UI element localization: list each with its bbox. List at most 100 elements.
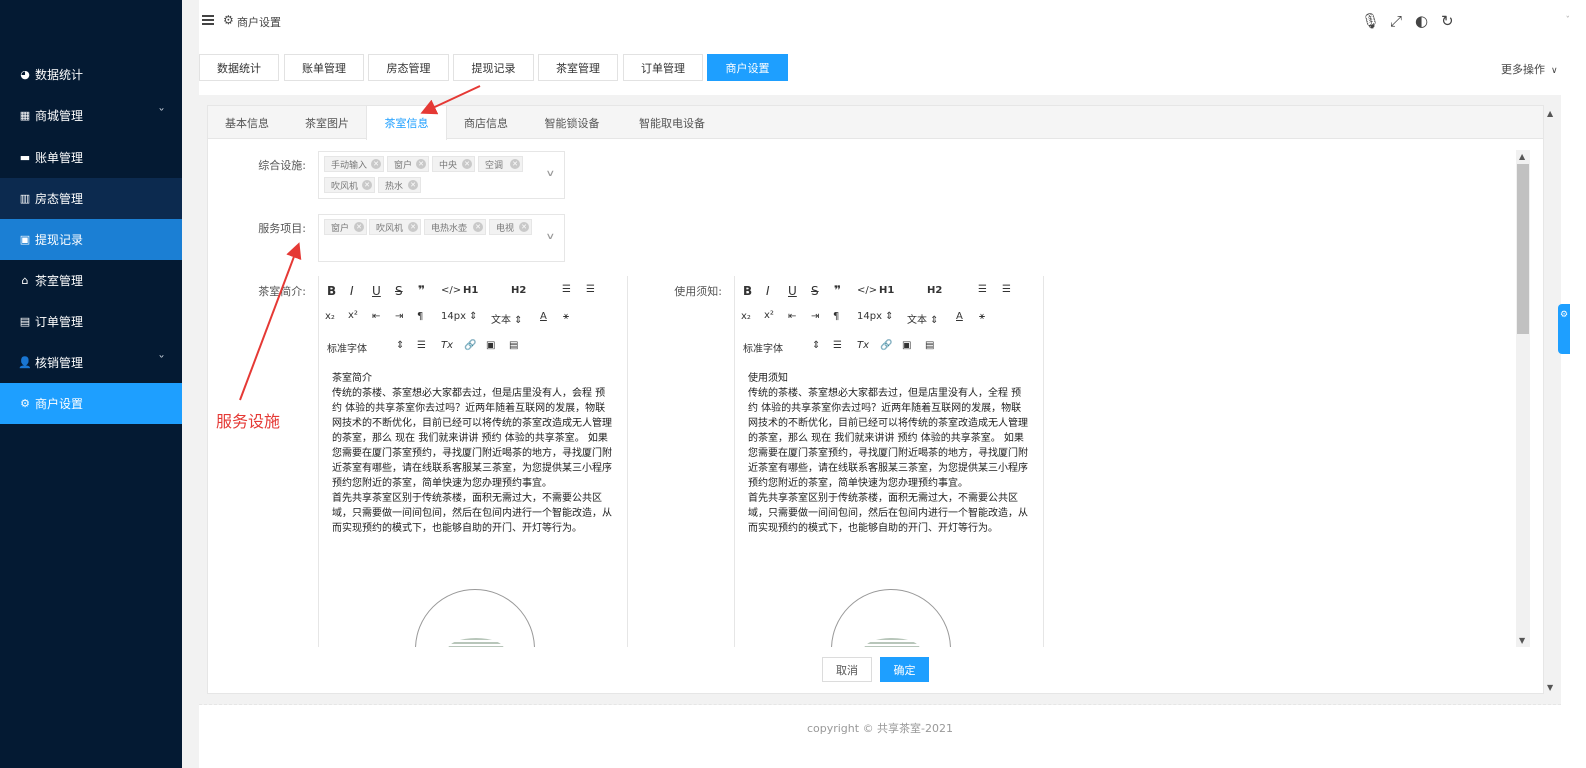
superscript-icon[interactable]: x² bbox=[348, 310, 358, 321]
cancel-button[interactable]: 取消 bbox=[822, 657, 872, 682]
theme-float-button[interactable]: ⚙ bbox=[1558, 304, 1570, 354]
confirm-button[interactable]: 确定 bbox=[880, 657, 929, 682]
sidebar-item-orders[interactable]: ▤ 订单管理 bbox=[0, 301, 182, 342]
bold-icon[interactable]: B bbox=[743, 284, 752, 298]
align-icon[interactable]: ☰ bbox=[417, 340, 426, 351]
sidebar-item-teahouse[interactable]: ⌂ 茶室管理 bbox=[0, 260, 182, 301]
underline-icon[interactable]: U bbox=[788, 284, 797, 298]
facilities-select[interactable]: 手动输入 ✕ 窗户 ✕ 中央 ✕ 空调 ✕ 吹风机 ✕ 热水 ✕ ∨ bbox=[318, 151, 565, 199]
user-menu-chevron-icon[interactable]: ˇ bbox=[1566, 16, 1571, 26]
text-type-select[interactable]: 文本 ⇕ bbox=[907, 311, 939, 326]
text-type-select[interactable]: 文本 ⇕ bbox=[491, 311, 523, 326]
sidebar-item-merchant-settings[interactable]: ⚙ 商户设置 bbox=[0, 383, 182, 424]
rtl-icon[interactable]: ¶ bbox=[417, 311, 423, 322]
sidebar-item-shop[interactable]: ▦ 商城管理 ˅ bbox=[0, 95, 182, 136]
background-color-icon[interactable]: ⚹ bbox=[979, 311, 985, 322]
rtl-icon[interactable]: ¶ bbox=[833, 311, 839, 322]
tag-remove-icon[interactable]: ✕ bbox=[354, 222, 364, 232]
mic-off-icon[interactable]: 🎙 bbox=[1361, 12, 1380, 30]
tag-remove-icon[interactable]: ✕ bbox=[408, 180, 418, 190]
subtab-teahouse-photos[interactable]: 茶室图片 bbox=[292, 106, 362, 140]
subtab-smart-lock[interactable]: 智能锁设备 bbox=[530, 106, 614, 140]
quote-icon[interactable]: ❞ bbox=[418, 283, 425, 297]
underline-icon[interactable]: U bbox=[372, 284, 381, 298]
outdent-icon[interactable]: ⇤ bbox=[788, 311, 796, 322]
subtab-teahouse-info[interactable]: 茶室信息 bbox=[366, 106, 447, 140]
tab-data-stats[interactable]: 数据统计 bbox=[199, 54, 279, 81]
subtab-shop-info[interactable]: 商店信息 bbox=[451, 106, 521, 140]
tag-remove-icon[interactable]: ✕ bbox=[462, 159, 472, 169]
ordered-list-icon[interactable]: ☰ bbox=[562, 284, 571, 295]
tag-remove-icon[interactable]: ✕ bbox=[416, 159, 426, 169]
notice-editor[interactable]: B I U S ❞ </> H1 H2 ☰ ☰ x₂ x² ⇤ ⇥ ¶ 14px… bbox=[734, 276, 1044, 647]
superscript-icon[interactable]: x² bbox=[764, 310, 774, 321]
bold-icon[interactable]: B bbox=[327, 284, 336, 298]
subscript-icon[interactable]: x₂ bbox=[741, 311, 751, 322]
align-icon[interactable]: ☰ bbox=[833, 340, 842, 351]
heading1-button[interactable]: H1 bbox=[463, 285, 478, 296]
tab-teahouse[interactable]: 茶室管理 bbox=[538, 54, 618, 81]
subscript-icon[interactable]: x₂ bbox=[325, 311, 335, 322]
bullet-list-icon[interactable]: ☰ bbox=[586, 284, 595, 295]
background-color-icon[interactable]: ⚹ bbox=[563, 311, 569, 322]
link-icon[interactable]: 🔗 bbox=[464, 340, 476, 351]
italic-icon[interactable]: I bbox=[766, 284, 770, 298]
strike-icon[interactable]: S bbox=[811, 284, 819, 298]
inner-scrollbar-thumb[interactable] bbox=[1517, 164, 1529, 334]
clear-format-icon[interactable]: Tx bbox=[857, 340, 869, 351]
more-operations-button[interactable]: 更多操作 ∨ bbox=[1501, 61, 1558, 77]
tab-orders[interactable]: 订单管理 bbox=[623, 54, 703, 81]
palette-icon[interactable]: ◐ bbox=[1415, 12, 1428, 30]
ordered-list-icon[interactable]: ☰ bbox=[978, 284, 987, 295]
heading2-button[interactable]: H2 bbox=[927, 285, 942, 296]
tag-remove-icon[interactable]: ✕ bbox=[371, 159, 381, 169]
heading2-button[interactable]: H2 bbox=[511, 285, 526, 296]
tag-remove-icon[interactable]: ✕ bbox=[408, 222, 418, 232]
bullet-list-icon[interactable]: ☰ bbox=[1002, 284, 1011, 295]
scroll-up-icon[interactable]: ▲ bbox=[1547, 109, 1553, 118]
intro-editor[interactable]: B I U S ❞ </> H1 H2 ☰ ☰ x₂ x² ⇤ ⇥ ¶ 14px… bbox=[318, 276, 628, 647]
scroll-down-icon[interactable]: ▼ bbox=[1519, 636, 1525, 645]
sidebar-item-data-stats[interactable]: ◕ 数据统计 bbox=[0, 54, 182, 95]
tab-withdraw[interactable]: 提现记录 bbox=[453, 54, 534, 81]
intro-content[interactable]: 茶室简介 传统的茶楼、茶室想必大家都去过，但是店里没有人，会程 预约 体验的共享… bbox=[332, 371, 614, 536]
font-size-select[interactable]: 14px ⇕ bbox=[441, 311, 478, 322]
tab-merchant-settings[interactable]: 商户设置 bbox=[707, 54, 788, 81]
clear-format-icon[interactable]: Tx bbox=[441, 340, 453, 351]
tab-bills[interactable]: 账单管理 bbox=[284, 54, 364, 81]
sidebar-item-withdraw[interactable]: ▣ 提现记录 bbox=[0, 219, 182, 260]
sidebar-item-verify[interactable]: 👤 核销管理 ˅ bbox=[0, 342, 182, 383]
tab-room-status[interactable]: 房态管理 bbox=[368, 54, 449, 81]
indent-icon[interactable]: ⇥ bbox=[811, 311, 819, 322]
font-size-select[interactable]: 14px ⇕ bbox=[857, 311, 894, 322]
sidebar-item-room-status[interactable]: ▥ 房态管理 bbox=[0, 178, 182, 219]
quote-icon[interactable]: ❞ bbox=[834, 283, 841, 297]
image-icon[interactable]: ▣ bbox=[902, 340, 911, 351]
sidebar-item-bills[interactable]: ▬ 账单管理 bbox=[0, 137, 182, 178]
link-icon[interactable]: 🔗 bbox=[880, 340, 892, 351]
tag-remove-icon[interactable]: ✕ bbox=[473, 222, 483, 232]
italic-icon[interactable]: I bbox=[350, 284, 354, 298]
subtab-smart-power[interactable]: 智能取电设备 bbox=[624, 106, 720, 140]
indent-icon[interactable]: ⇥ bbox=[395, 311, 403, 322]
heading1-button[interactable]: H1 bbox=[879, 285, 894, 296]
refresh-icon[interactable]: ↻ bbox=[1441, 12, 1454, 30]
notice-content[interactable]: 使用须知 传统的茶楼、茶室想必大家都去过，但是店里没有人，全程 预约 体验的共享… bbox=[748, 371, 1030, 536]
strike-icon[interactable]: S bbox=[395, 284, 403, 298]
outdent-icon[interactable]: ⇤ bbox=[372, 311, 380, 322]
video-icon[interactable]: ▤ bbox=[509, 340, 518, 351]
code-icon[interactable]: </> bbox=[441, 285, 461, 296]
tag-remove-icon[interactable]: ✕ bbox=[362, 180, 372, 190]
font-family-select[interactable]: 标准字体 bbox=[327, 340, 367, 355]
services-select[interactable]: 窗户 ✕ 吹风机 ✕ 电热水壶 ✕ 电视 ✕ ∨ bbox=[318, 214, 565, 262]
inner-scrollbar[interactable] bbox=[1516, 150, 1530, 647]
video-icon[interactable]: ▤ bbox=[925, 340, 934, 351]
code-icon[interactable]: </> bbox=[857, 285, 877, 296]
fullscreen-icon[interactable]: ⤢ bbox=[1390, 12, 1402, 30]
font-family-select[interactable]: 标准字体 bbox=[743, 340, 783, 355]
scroll-down-icon[interactable]: ▼ bbox=[1547, 683, 1553, 692]
image-icon[interactable]: ▣ bbox=[486, 340, 495, 351]
menu-toggle-icon[interactable] bbox=[202, 15, 214, 27]
tag-remove-icon[interactable]: ✕ bbox=[510, 159, 520, 169]
font-color-icon[interactable]: A bbox=[956, 311, 963, 322]
